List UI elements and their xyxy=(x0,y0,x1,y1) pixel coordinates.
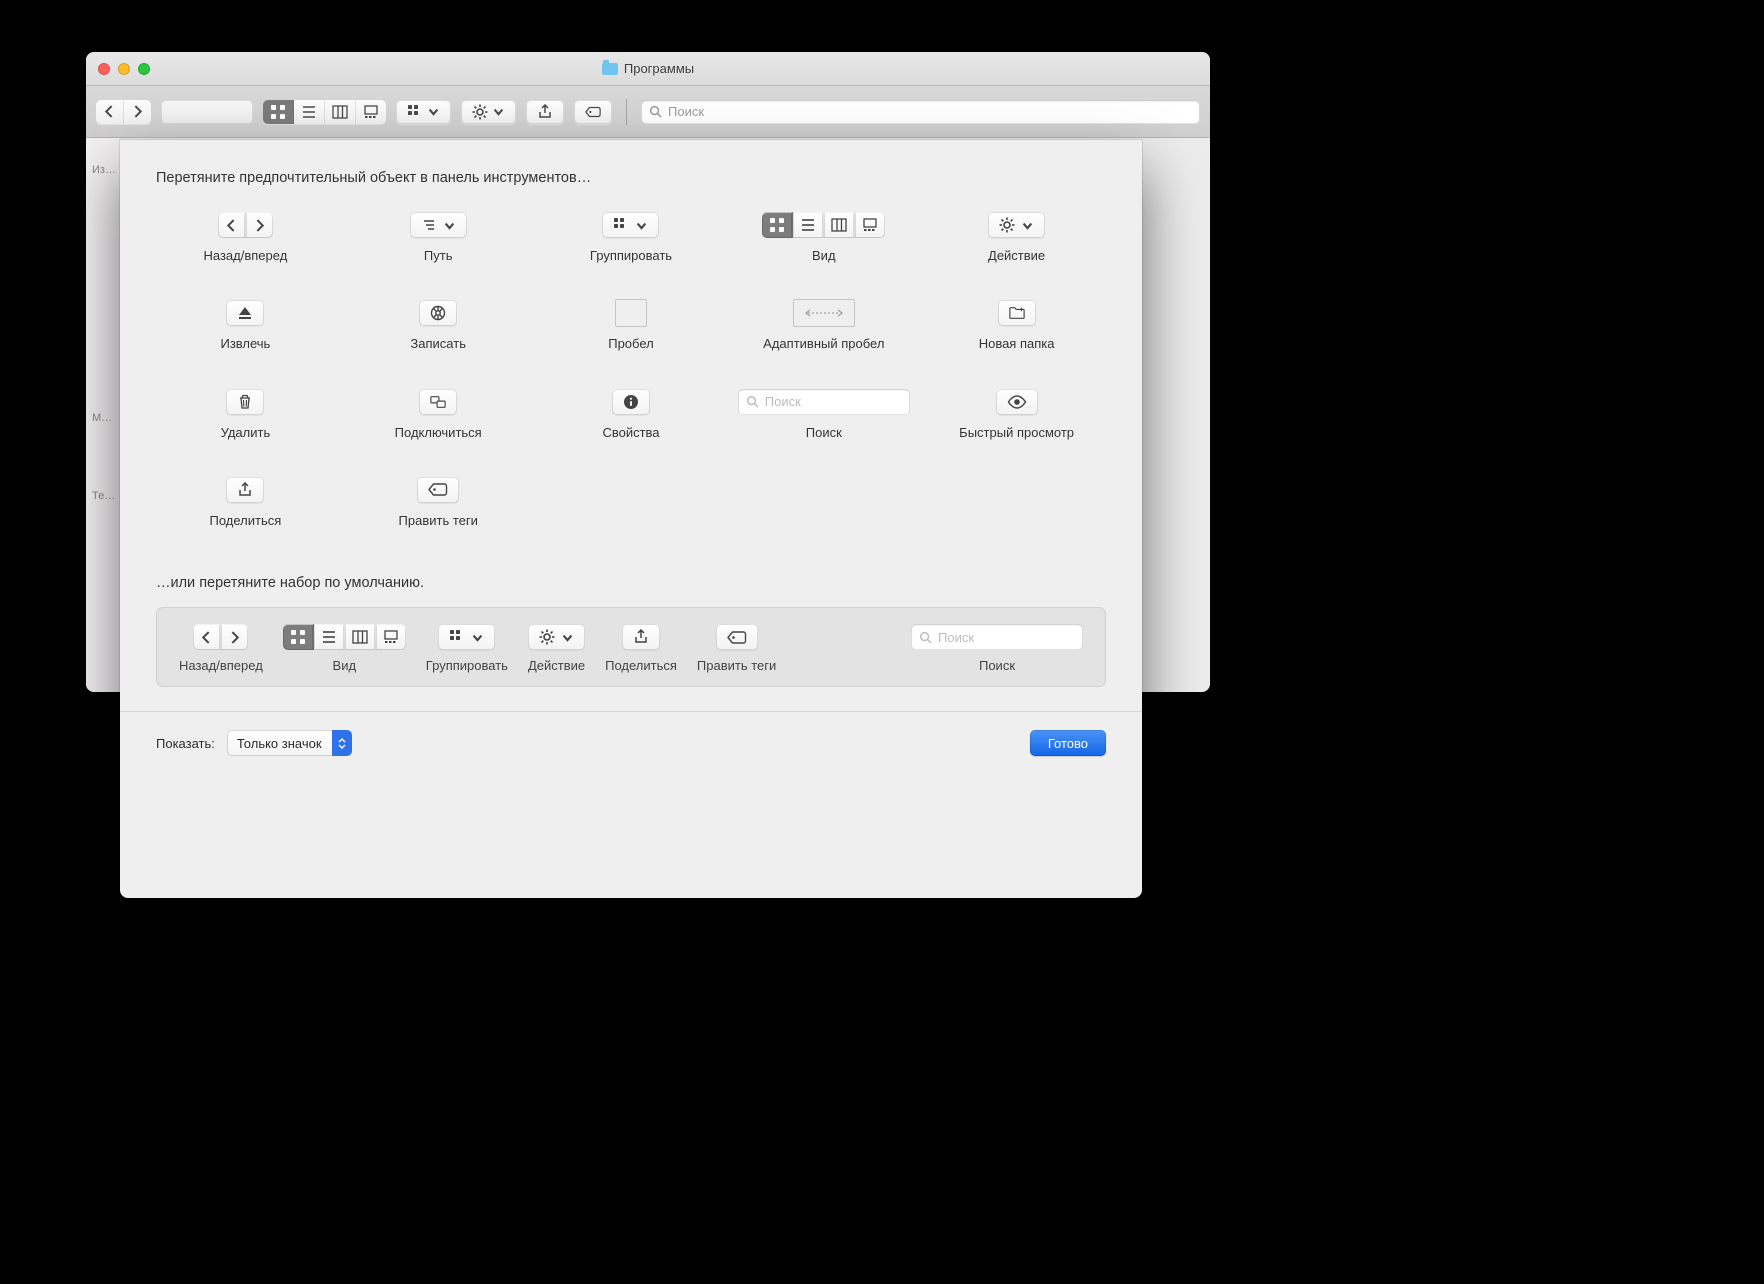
share-button[interactable] xyxy=(526,100,564,124)
default-toolbar-set[interactable]: Назад/вперед Вид Группировать Дейст xyxy=(156,607,1106,687)
gallery-view-icon xyxy=(855,212,885,238)
column-view-icon xyxy=(824,212,855,238)
item-eject[interactable]: Извлечь xyxy=(156,298,335,352)
customize-toolbar-sheet: Перетяните предпочтительный объект в пан… xyxy=(120,140,1142,898)
action-button[interactable] xyxy=(461,100,516,124)
item-path[interactable]: Путь xyxy=(349,210,528,264)
folder-icon xyxy=(602,63,618,75)
gear-icon xyxy=(988,212,1045,238)
eject-icon xyxy=(226,300,264,326)
toolbar-blank xyxy=(161,100,253,124)
icon-view-button[interactable] xyxy=(263,100,294,124)
done-button[interactable]: Готово xyxy=(1030,730,1106,756)
item-group[interactable]: Группировать xyxy=(542,210,721,264)
back-button[interactable] xyxy=(96,100,124,124)
column-view-button[interactable] xyxy=(325,100,356,124)
forward-button[interactable] xyxy=(124,100,151,124)
burn-icon xyxy=(419,300,457,326)
minimize-window-button[interactable] xyxy=(118,63,130,75)
search-placeholder: Поиск xyxy=(668,104,704,119)
list-view-icon xyxy=(793,212,824,238)
default-search[interactable]: Поиск Поиск xyxy=(911,624,1083,674)
item-burn[interactable]: Записать xyxy=(349,298,528,352)
search-icon xyxy=(746,395,759,408)
show-mode-select[interactable]: Только значок xyxy=(227,730,352,756)
sheet-subheading: …или перетяните набор по умолчанию. xyxy=(156,575,1106,591)
zoom-window-button[interactable] xyxy=(138,63,150,75)
chevron-updown-icon xyxy=(332,730,352,756)
item-back-forward[interactable]: Назад/вперед xyxy=(156,210,335,264)
sidebar-section: Те… xyxy=(92,490,115,502)
default-tags[interactable]: Править теги xyxy=(697,624,776,674)
search-icon xyxy=(649,105,662,118)
sheet-heading: Перетяните предпочтительный объект в пан… xyxy=(156,170,1106,186)
search-field-mock: Поиск xyxy=(738,389,910,415)
tag-icon xyxy=(417,477,459,503)
toolbar-items-grid: Назад/вперед Путь Группировать Вид xyxy=(156,210,1106,529)
nav-back-forward[interactable] xyxy=(96,100,151,124)
back-icon xyxy=(218,212,246,238)
sidebar-section: М… xyxy=(92,412,115,424)
view-switcher[interactable] xyxy=(263,100,386,124)
flexible-space-icon xyxy=(793,299,855,327)
item-delete[interactable]: Удалить xyxy=(156,387,335,441)
search-icon xyxy=(919,631,932,644)
list-view-button[interactable] xyxy=(294,100,325,124)
space-icon xyxy=(615,299,647,327)
item-quicklook[interactable]: Быстрый просмотр xyxy=(927,387,1106,441)
footer-divider xyxy=(120,711,1142,712)
titlebar: Программы xyxy=(86,52,1210,86)
item-view[interactable]: Вид xyxy=(734,210,913,264)
toolbar: Поиск xyxy=(86,86,1210,138)
sheet-footer: Показать: Только значок Готово xyxy=(156,730,1106,756)
close-window-button[interactable] xyxy=(98,63,110,75)
default-share[interactable]: Поделиться xyxy=(605,624,677,674)
item-flexible-space[interactable]: Адаптивный пробел xyxy=(734,298,913,352)
window-title: Программы xyxy=(86,61,1210,76)
show-label: Показать: xyxy=(156,736,215,751)
icon-view-icon xyxy=(762,212,793,238)
path-icon xyxy=(410,212,467,238)
share-icon xyxy=(226,477,264,503)
toolbar-divider xyxy=(626,99,627,125)
sidebar: Из… М… Те… xyxy=(86,138,122,692)
group-icon xyxy=(602,212,659,238)
tags-button[interactable] xyxy=(574,100,612,124)
gallery-view-button[interactable] xyxy=(356,100,386,124)
default-view[interactable]: Вид xyxy=(283,624,406,674)
eye-icon xyxy=(996,389,1038,415)
search-field[interactable]: Поиск xyxy=(641,100,1200,124)
connect-icon xyxy=(419,389,457,415)
item-tags[interactable]: Править теги xyxy=(349,475,528,529)
new-folder-icon xyxy=(998,300,1036,326)
group-by-button[interactable] xyxy=(396,100,451,124)
default-group[interactable]: Группировать xyxy=(426,624,508,674)
forward-icon xyxy=(246,212,273,238)
default-action[interactable]: Действие xyxy=(528,624,585,674)
default-back-forward[interactable]: Назад/вперед xyxy=(179,624,263,674)
item-get-info[interactable]: Свойства xyxy=(542,387,721,441)
item-share[interactable]: Поделиться xyxy=(156,475,335,529)
info-icon xyxy=(612,389,650,415)
item-connect[interactable]: Подключиться xyxy=(349,387,528,441)
item-new-folder[interactable]: Новая папка xyxy=(927,298,1106,352)
sidebar-section: Из… xyxy=(92,164,115,176)
item-space[interactable]: Пробел xyxy=(542,298,721,352)
item-search[interactable]: Поиск Поиск xyxy=(734,387,913,441)
item-action[interactable]: Действие xyxy=(927,210,1106,264)
trash-icon xyxy=(226,389,264,415)
